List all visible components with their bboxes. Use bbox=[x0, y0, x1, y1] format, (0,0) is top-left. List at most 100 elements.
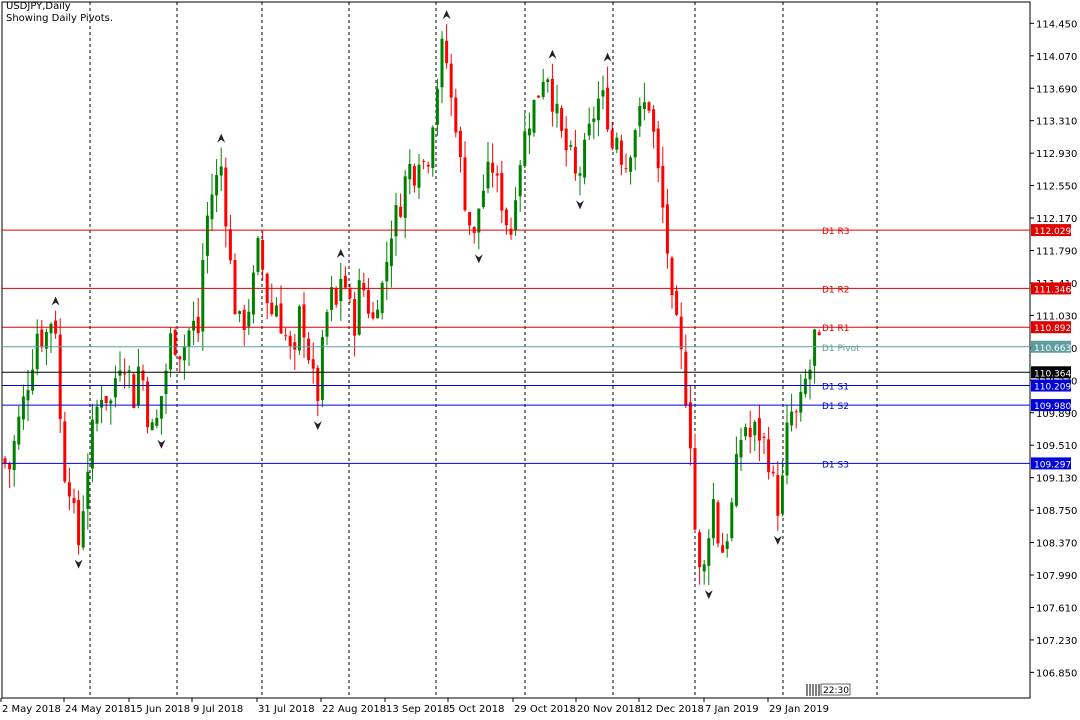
candle-bull bbox=[256, 237, 260, 272]
candle-bear bbox=[123, 373, 127, 375]
pivot-price-value: 110.209 bbox=[1034, 383, 1071, 393]
candle-bear bbox=[716, 502, 720, 544]
candle-bear bbox=[458, 130, 462, 158]
candle-bull bbox=[35, 333, 39, 370]
pivot-price-value: 112.029 bbox=[1034, 227, 1071, 237]
candle-bear bbox=[468, 212, 472, 226]
candle-bull bbox=[339, 278, 343, 302]
candle-bull bbox=[210, 194, 214, 220]
pivot-price-value: 110.663 bbox=[1034, 344, 1071, 354]
y-axis-label: 112.550 bbox=[1036, 182, 1077, 193]
candle-bear bbox=[560, 108, 564, 131]
candle-bull bbox=[532, 99, 536, 133]
candle-bull bbox=[17, 416, 21, 445]
candle-bull bbox=[596, 98, 600, 121]
pivot-price-value: 109.980 bbox=[1034, 402, 1071, 412]
candle-bear bbox=[284, 335, 288, 337]
candle-bear bbox=[67, 482, 71, 497]
candle-bear bbox=[228, 229, 232, 261]
candle-bear bbox=[224, 167, 228, 227]
candle-bear bbox=[463, 157, 467, 211]
candle-bull bbox=[385, 261, 389, 282]
candle-bear bbox=[3, 458, 7, 464]
candle-bear bbox=[348, 288, 352, 298]
candle-bull bbox=[247, 311, 251, 327]
candle-bear bbox=[293, 342, 297, 350]
candle-bull bbox=[601, 90, 605, 97]
candle-bear bbox=[426, 164, 430, 167]
candle-bull bbox=[325, 312, 329, 337]
candle-bear bbox=[698, 532, 702, 568]
candle-bull bbox=[95, 406, 99, 424]
pivot-price-value: 110.892 bbox=[1034, 324, 1071, 334]
candle-bear bbox=[146, 381, 150, 428]
candle-bear bbox=[762, 436, 766, 438]
candle-bull bbox=[477, 208, 481, 233]
candle-bull bbox=[734, 454, 738, 506]
candle-bull bbox=[238, 311, 242, 315]
candle-bull bbox=[127, 370, 131, 372]
candle-bull bbox=[790, 411, 794, 426]
candle-bull bbox=[808, 369, 812, 380]
y-axis-label: 106.850 bbox=[1036, 668, 1077, 679]
candle-bear bbox=[606, 87, 610, 130]
candle-bear bbox=[311, 359, 315, 369]
pivot-level-label: D1 R2 bbox=[822, 285, 850, 295]
candle-bear bbox=[196, 316, 200, 334]
candle-bull bbox=[440, 38, 444, 88]
fractal-up-arrow bbox=[217, 133, 226, 143]
fractal-up-arrow bbox=[442, 10, 451, 20]
y-axis-label: 109.130 bbox=[1036, 474, 1077, 485]
x-axis-label: 24 May 2018 bbox=[65, 704, 130, 715]
candle-bear bbox=[817, 332, 821, 336]
fractal-down-arrow bbox=[474, 254, 483, 264]
x-axis-label: 31 Jul 2018 bbox=[258, 704, 315, 715]
candle-bull bbox=[527, 128, 531, 136]
candle-bear bbox=[422, 160, 426, 162]
fractal-down-arrow bbox=[576, 200, 584, 210]
candle-bull bbox=[583, 139, 587, 178]
chart-canvas[interactable]: 2 May 2018 24 May 2018 15 Jun 2018 9 Jul 20… bbox=[0, 0, 1080, 720]
candle-bear bbox=[670, 257, 674, 296]
x-axis-label: 22 Aug 2018 bbox=[322, 704, 386, 715]
candle-bear bbox=[500, 172, 504, 211]
candle-bull bbox=[486, 161, 490, 189]
candle-bull bbox=[49, 323, 53, 334]
candle-bear bbox=[647, 102, 651, 111]
candle-bull bbox=[730, 502, 734, 539]
candle-bull bbox=[813, 329, 817, 366]
candle-bear bbox=[353, 299, 357, 336]
y-axis-label: 114.450 bbox=[1036, 19, 1077, 30]
pivot-level-label: D1 R3 bbox=[822, 227, 850, 237]
fractal-down-arrow bbox=[773, 535, 782, 545]
candle-bull bbox=[417, 164, 421, 188]
price-chart[interactable]: USDJPY,Daily Showing Daily Pivots. 2 May… bbox=[0, 0, 1080, 720]
candle-bull bbox=[215, 175, 219, 196]
candle-bear bbox=[270, 302, 274, 315]
candle-bull bbox=[169, 333, 173, 370]
candle-bear bbox=[72, 497, 76, 503]
candle-bull bbox=[192, 320, 196, 331]
x-axis-label: 15 Jun 2018 bbox=[130, 704, 190, 715]
candle-bear bbox=[412, 166, 416, 186]
candle-bull bbox=[642, 102, 646, 109]
x-axis-label: 29 Oct 2018 bbox=[514, 704, 576, 715]
candle-bull bbox=[251, 272, 255, 315]
candles-group bbox=[3, 24, 821, 586]
y-axis-label: 107.610 bbox=[1036, 603, 1077, 614]
y-axis-label: 111.790 bbox=[1036, 247, 1077, 258]
current-price-value: 110.364 bbox=[1034, 369, 1071, 379]
candle-bull bbox=[389, 238, 393, 267]
candle-bear bbox=[652, 109, 656, 132]
candle-bull bbox=[201, 259, 205, 332]
candle-bull bbox=[799, 391, 803, 413]
bar-clock: 22:30 bbox=[806, 683, 851, 696]
fractal-up-arrow bbox=[336, 248, 345, 258]
candle-bull bbox=[711, 499, 715, 539]
candle-bull bbox=[592, 118, 596, 122]
candle-bull bbox=[403, 176, 407, 218]
candle-bear bbox=[610, 130, 614, 148]
x-axis-label: 7 Jan 2019 bbox=[705, 704, 759, 715]
candle-bear bbox=[40, 329, 44, 348]
pivot-level-label: D1 S2 bbox=[822, 402, 849, 412]
